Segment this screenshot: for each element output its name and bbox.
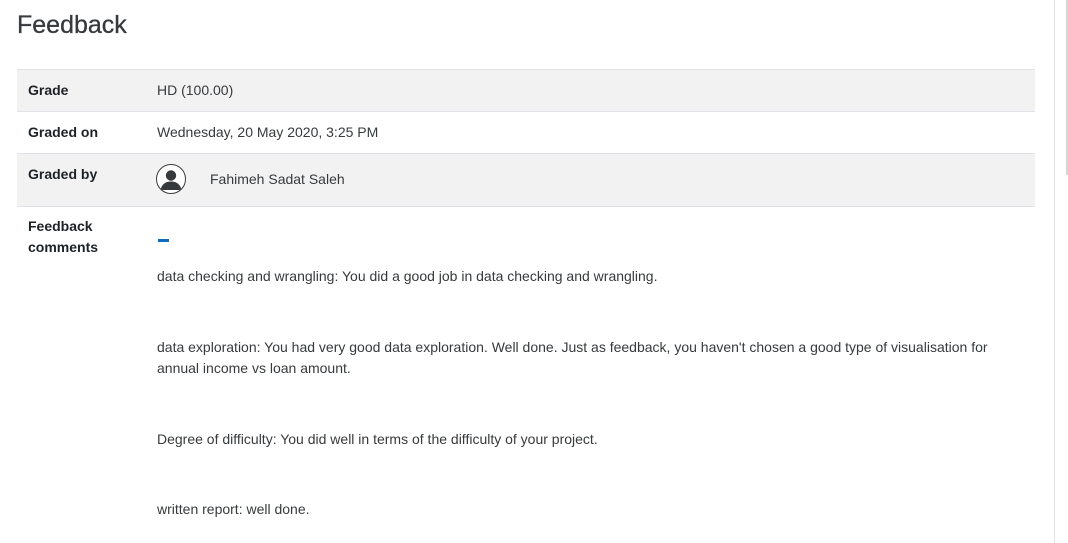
scrollbar-track[interactable] bbox=[1054, 0, 1055, 543]
grade-row: Grade HD (100.00) bbox=[17, 70, 1035, 112]
collapse-minus-icon[interactable] bbox=[158, 239, 169, 242]
graded-on-row: Graded on Wednesday, 20 May 2020, 3:25 P… bbox=[17, 112, 1035, 154]
feedback-paragraph: written report: well done. bbox=[157, 501, 310, 517]
graded-on-label: Graded on bbox=[28, 124, 99, 140]
feedback-paragraph: Degree of difficulty: You did well in te… bbox=[157, 431, 598, 447]
feedback-page: Feedback Grade HD (100.00) Graded on Wed… bbox=[0, 0, 1068, 543]
page-title: Feedback bbox=[17, 11, 127, 39]
feedback-paragraph: data exploration: You had very good data… bbox=[157, 339, 988, 376]
feedback-table: Grade HD (100.00) Graded on Wednesday, 2… bbox=[17, 69, 1035, 543]
grade-value: HD (100.00) bbox=[157, 82, 234, 98]
feedback-paragraph: data checking and wrangling: You did a g… bbox=[157, 268, 658, 284]
grade-label: Grade bbox=[28, 82, 69, 98]
feedback-comments-label: Feedback comments bbox=[28, 218, 99, 255]
graded-by-label: Graded by bbox=[28, 166, 98, 182]
graded-by-row: Graded by Fahimeh Sadat Saleh bbox=[17, 154, 1035, 207]
user-avatar-icon[interactable] bbox=[156, 164, 186, 194]
graded-on-value: Wednesday, 20 May 2020, 3:25 PM bbox=[157, 124, 379, 140]
grader-name[interactable]: Fahimeh Sadat Saleh bbox=[210, 169, 345, 190]
feedback-comments-row: Feedback comments data checking and wran… bbox=[17, 207, 1035, 543]
